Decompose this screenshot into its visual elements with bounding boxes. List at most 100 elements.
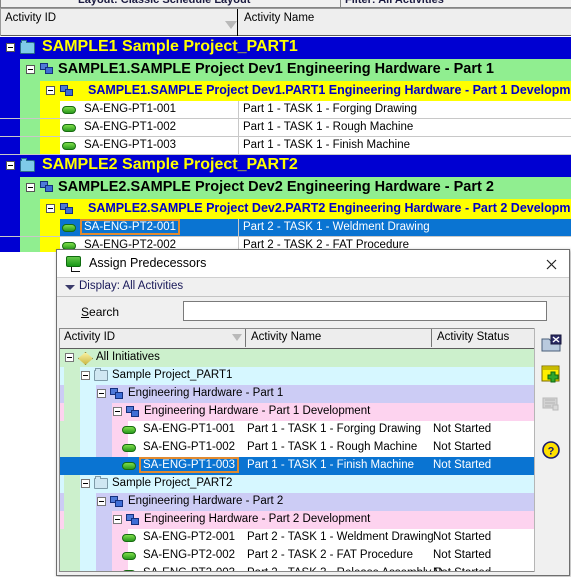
cell-activity-id: SA-ENG-PT1-001 xyxy=(84,103,177,115)
wbs-icon xyxy=(126,514,140,526)
indent-band xyxy=(96,421,112,439)
cell-activity-status: Not Started xyxy=(433,531,492,543)
indent-band xyxy=(20,119,40,136)
display-bar[interactable]: Display: All Activities xyxy=(57,278,569,297)
indent-band xyxy=(80,385,96,403)
cell-activity-id: SA-ENG-PT1-001 xyxy=(143,423,236,435)
list-item[interactable]: SA-ENG-PT1-003 Part 1 - TASK 1 - Finish M… xyxy=(60,457,534,475)
cell-activity-name: Part 2 - TASK 2 - FAT Procedure xyxy=(247,549,413,561)
column-divider xyxy=(238,101,239,118)
list-item[interactable]: Engineering Hardware - Part 1 Developmen… xyxy=(60,403,534,421)
activity-icon xyxy=(122,462,136,470)
table-row[interactable]: SAMPLE2.SAMPLE Project Dev2 Engineering … xyxy=(0,177,571,199)
indent-band xyxy=(96,565,112,571)
indent-band xyxy=(0,119,20,136)
wbs-icon xyxy=(110,388,124,400)
expand-collapse-icon[interactable] xyxy=(81,479,90,488)
cell-activity-name: Part 1 - TASK 1 - Finish Machine xyxy=(247,459,415,471)
expand-collapse-icon[interactable] xyxy=(113,515,122,524)
assign-button[interactable] xyxy=(539,362,563,386)
cell-activity-id: SA-ENG-PT1-003 xyxy=(84,139,177,151)
column-header-activity-name[interactable]: Activity Name xyxy=(239,9,571,36)
list-item[interactable]: Engineering Hardware - Part 2 xyxy=(60,493,534,511)
wbs-icon xyxy=(60,203,74,215)
remove-button[interactable] xyxy=(539,332,563,356)
close-icon[interactable] xyxy=(541,254,563,274)
dialog-sort-arrow-icon[interactable] xyxy=(232,334,242,341)
indent-band xyxy=(64,493,80,511)
expand-collapse-icon[interactable] xyxy=(26,183,35,192)
main-activity-tree[interactable]: SAMPLE1 Sample Project_PART1 SAMPLE1.SAMP… xyxy=(0,37,571,252)
dialog-column-activity-name[interactable]: Activity Name xyxy=(247,329,432,347)
expand-collapse-icon[interactable] xyxy=(97,497,106,506)
table-row[interactable]: SA-ENG-PT2-001 Part 2 - TASK 1 - Weldment… xyxy=(0,219,571,237)
indent-band xyxy=(60,439,64,457)
cell-activity-name: Part 2 - TASK 1 - Weldment Drawing xyxy=(243,221,430,233)
row-label: SAMPLE2.SAMPLE Project Dev2.PART2 Engine… xyxy=(88,201,571,215)
search-label-accelerator: S xyxy=(81,305,90,319)
indent-band xyxy=(96,511,112,529)
dialog-tree[interactable]: All Initiatives Sample Project_PART1 Engin… xyxy=(60,349,534,571)
table-row[interactable]: SAMPLE1 Sample Project_PART1 xyxy=(0,37,571,59)
indent-band xyxy=(96,529,112,547)
indent-band xyxy=(80,493,96,511)
activity-icon xyxy=(62,224,76,232)
expand-collapse-icon[interactable] xyxy=(81,371,90,380)
indent-band xyxy=(0,237,20,252)
row-label: All Initiatives xyxy=(96,351,160,363)
indent-band xyxy=(96,403,112,421)
dialog-activity-list[interactable]: Activity ID Activity Name Activity Statu… xyxy=(59,328,535,572)
expand-collapse-icon[interactable] xyxy=(46,204,55,213)
expand-collapse-icon[interactable] xyxy=(65,353,74,362)
expand-collapse-icon[interactable] xyxy=(97,389,106,398)
table-row[interactable]: SAMPLE2.SAMPLE Project Dev2.PART2 Engine… xyxy=(0,199,571,219)
table-row[interactable]: SAMPLE1.SAMPLE Project Dev1 Engineering … xyxy=(0,59,571,81)
row-label: SAMPLE1.SAMPLE Project Dev1.PART1 Engine… xyxy=(88,83,571,97)
indent-band xyxy=(64,367,80,385)
chevron-down-icon[interactable] xyxy=(65,285,75,290)
strip-divider-middle xyxy=(340,0,341,7)
table-row[interactable]: SA-ENG-PT1-002 Part 1 - TASK 1 - Rough Ma… xyxy=(0,119,571,137)
list-item[interactable]: SA-ENG-PT2-003 Part 2 - TASK 3 - Release … xyxy=(60,565,534,571)
indent-band xyxy=(0,219,20,236)
list-item[interactable]: Sample Project_PART2 xyxy=(60,475,534,493)
activity-icon xyxy=(122,444,136,452)
indent-band xyxy=(80,529,96,547)
indent-band xyxy=(64,439,80,457)
row-label: SAMPLE1 Sample Project_PART1 xyxy=(42,38,298,55)
folder-icon xyxy=(94,476,108,489)
indent-band xyxy=(20,81,40,101)
expand-collapse-icon[interactable] xyxy=(46,86,55,95)
table-row[interactable]: SA-ENG-PT1-001 Part 1 - TASK 1 - Forging … xyxy=(0,101,571,119)
column-divider xyxy=(238,137,239,154)
sort-arrow-icon[interactable] xyxy=(225,21,237,29)
indent-band xyxy=(60,565,64,571)
indent-band xyxy=(0,101,20,118)
table-row[interactable]: SAMPLE1.SAMPLE Project Dev1.PART1 Engine… xyxy=(0,81,571,101)
cell-activity-name: Part 2 - TASK 1 - Weldment Drawing xyxy=(247,531,434,543)
indent-band xyxy=(60,529,64,547)
column-header-activity-id[interactable]: Activity ID xyxy=(0,9,238,36)
search-input[interactable] xyxy=(183,301,547,321)
list-item[interactable]: SA-ENG-PT1-002 Part 1 - TASK 1 - Rough Ma… xyxy=(60,439,534,457)
expand-collapse-icon[interactable] xyxy=(113,407,122,416)
dialog-column-activity-id[interactable]: Activity ID xyxy=(60,329,246,347)
expand-collapse-icon[interactable] xyxy=(6,161,15,170)
wbs-icon xyxy=(110,496,124,508)
table-row[interactable]: SAMPLE2 Sample Project_PART2 xyxy=(0,155,571,177)
list-item[interactable]: Sample Project_PART1 xyxy=(60,367,534,385)
list-item[interactable]: All Initiatives xyxy=(60,349,534,367)
list-item[interactable]: Engineering Hardware - Part 1 xyxy=(60,385,534,403)
dialog-column-activity-status[interactable]: Activity Status xyxy=(433,329,534,347)
assign-predecessors-dialog: Assign Predecessors Display: All Activit… xyxy=(56,249,570,576)
help-button[interactable]: ? xyxy=(539,438,563,462)
list-item[interactable]: Engineering Hardware - Part 2 Developmen… xyxy=(60,511,534,529)
list-item[interactable]: SA-ENG-PT2-001 Part 2 - TASK 1 - Weldment… xyxy=(60,529,534,547)
list-item[interactable]: SA-ENG-PT1-001 Part 1 - TASK 1 - Forging … xyxy=(60,421,534,439)
expand-collapse-icon[interactable] xyxy=(6,43,15,52)
wbs-icon xyxy=(40,181,54,193)
list-item[interactable]: SA-ENG-PT2-002 Part 2 - TASK 2 - FAT Proc… xyxy=(60,547,534,565)
expand-collapse-icon[interactable] xyxy=(26,65,35,74)
activity-icon xyxy=(62,124,76,132)
table-row[interactable]: SA-ENG-PT1-003 Part 1 - TASK 1 - Finish M… xyxy=(0,137,571,155)
